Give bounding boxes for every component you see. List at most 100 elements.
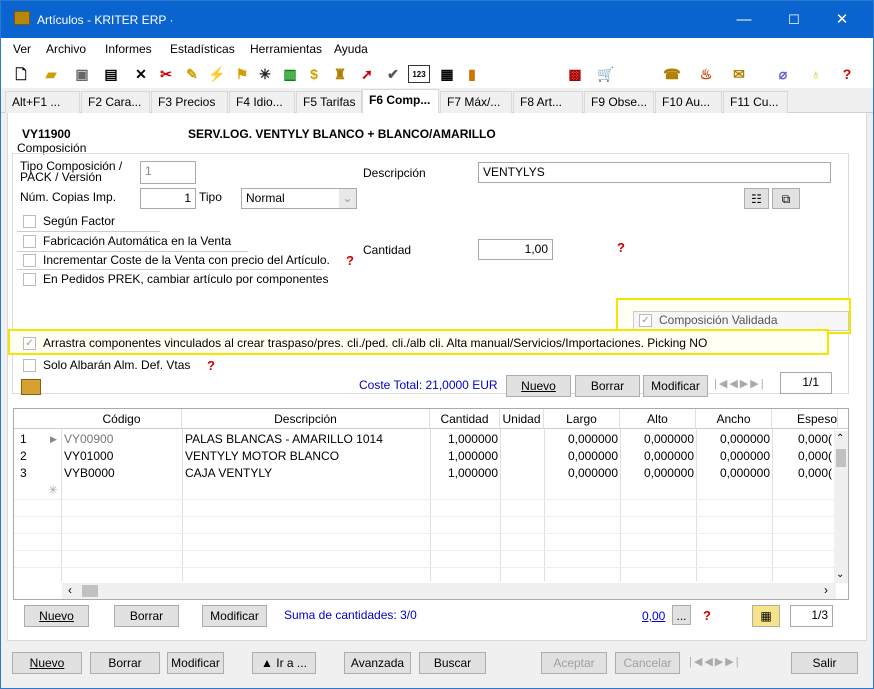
chevron-left-icon[interactable]: ‹ bbox=[68, 583, 72, 597]
column-header[interactable]: Unidad bbox=[500, 409, 544, 429]
column-header[interactable]: Ancho bbox=[696, 409, 772, 429]
modificar-button[interactable]: Modificar bbox=[167, 652, 224, 674]
solo-albaran-checkbox[interactable] bbox=[23, 359, 36, 372]
upper-nuevo-button[interactable]: Nuevo bbox=[506, 375, 571, 397]
minimize-button[interactable]: — bbox=[721, 1, 767, 38]
check-icon[interactable]: ✔ bbox=[384, 65, 402, 83]
chat-icon[interactable]: ✉ bbox=[730, 65, 748, 83]
counter-icon[interactable]: 123 bbox=[408, 65, 430, 83]
bulb-icon[interactable]: ♁ bbox=[807, 65, 825, 83]
chevron-down-icon[interactable]: ⌄ bbox=[836, 569, 844, 580]
tab-f3[interactable]: F3 Precios bbox=[151, 91, 228, 113]
chart-icon[interactable]: ▮ bbox=[463, 65, 481, 83]
arrastra-checkbox[interactable]: ✓ bbox=[23, 337, 36, 350]
printer-icon[interactable]: ▦ bbox=[438, 65, 456, 83]
menu-herramientas[interactable]: Herramientas bbox=[250, 42, 322, 56]
more-button[interactable]: ... bbox=[672, 605, 691, 625]
menu-ayuda[interactable]: Ayuda bbox=[334, 42, 368, 56]
upper-borrar-button[interactable]: Borrar bbox=[575, 375, 640, 397]
nuevo-button[interactable]: Nuevo bbox=[12, 652, 82, 674]
buscar-button[interactable]: Buscar bbox=[419, 652, 486, 674]
help-icon[interactable]: ? bbox=[703, 608, 711, 623]
tab-f7[interactable]: F7 Máx/... bbox=[440, 91, 512, 113]
help-icon[interactable]: ? bbox=[346, 253, 354, 268]
record-navigator[interactable]: |◀◀▶▶| bbox=[689, 655, 751, 671]
upper-modificar-button[interactable]: Modificar bbox=[643, 375, 708, 397]
descripcion-field[interactable]: VENTYLYS bbox=[478, 162, 831, 183]
title-bar[interactable]: Artículos - KRITER ERP · — ☐ ✕ bbox=[1, 1, 873, 38]
tab-f4[interactable]: F4 Idio... bbox=[229, 91, 295, 113]
flag-icon[interactable]: ⚑ bbox=[233, 65, 251, 83]
open-icon[interactable]: ▰ bbox=[42, 65, 60, 83]
phone-icon[interactable]: ☎ bbox=[663, 65, 681, 83]
save-icon[interactable]: ▣ bbox=[73, 65, 91, 83]
help-icon[interactable]: ? bbox=[838, 65, 856, 83]
incrementar-checkbox[interactable] bbox=[23, 254, 36, 267]
menu-ver[interactable]: Ver bbox=[13, 42, 31, 56]
help-icon[interactable]: ? bbox=[617, 240, 625, 255]
tab-f5[interactable]: F5 Tarifas bbox=[296, 91, 362, 113]
wand-icon[interactable]: ⚡ bbox=[208, 65, 226, 83]
copy-icon[interactable]: ⧉ bbox=[772, 188, 800, 209]
maximize-button[interactable]: ☐ bbox=[771, 1, 817, 38]
fabricacion-checkbox[interactable] bbox=[23, 235, 36, 248]
rocket-icon[interactable]: ➚ bbox=[358, 65, 376, 83]
column-header[interactable]: Descripción bbox=[182, 409, 430, 429]
calculator-icon[interactable]: ▦ bbox=[752, 605, 780, 627]
salir-button[interactable]: Salir bbox=[791, 652, 858, 674]
lower-modificar-button[interactable]: Modificar bbox=[202, 605, 267, 627]
column-header[interactable]: Cantidad bbox=[430, 409, 500, 429]
pin-icon[interactable]: ♜ bbox=[331, 65, 349, 83]
tipo-select[interactable]: Normal ⌄ bbox=[241, 188, 357, 209]
new-row-icon[interactable]: ✳ bbox=[48, 482, 58, 498]
menu-archivo[interactable]: Archivo bbox=[46, 42, 86, 56]
composicion-validada-checkbox[interactable]: ✓ bbox=[639, 314, 652, 327]
cart-icon[interactable]: 🛒 bbox=[597, 65, 615, 83]
star-icon[interactable]: ✳ bbox=[256, 65, 274, 83]
tab-f6[interactable]: F6 Comp... bbox=[362, 89, 439, 114]
scroll-thumb[interactable] bbox=[836, 449, 846, 467]
folder-icon[interactable] bbox=[21, 379, 41, 395]
edit-icon[interactable]: ▤ bbox=[102, 65, 120, 83]
pedidos-prek-checkbox[interactable] bbox=[23, 273, 36, 286]
clip-icon[interactable]: ⌀ bbox=[774, 65, 792, 83]
menu-informes[interactable]: Informes bbox=[105, 42, 152, 56]
help-icon[interactable]: ? bbox=[207, 358, 215, 373]
tab-alt-f1[interactable]: Alt+F1 ... bbox=[5, 91, 80, 113]
bag-icon[interactable]: ♨ bbox=[697, 65, 715, 83]
calculator-icon[interactable]: ▩ bbox=[566, 65, 584, 83]
tab-f8[interactable]: F8 Art... bbox=[513, 91, 583, 113]
tab-f9[interactable]: F9 Obse... bbox=[584, 91, 654, 113]
dollar-icon[interactable]: $ bbox=[305, 65, 323, 83]
box-icon[interactable]: ▥ bbox=[281, 65, 299, 83]
copias-field[interactable]: 1 bbox=[140, 188, 196, 209]
horizontal-scrollbar[interactable]: ‹ › bbox=[62, 583, 836, 599]
tab-f11[interactable]: F11 Cu... bbox=[723, 91, 788, 113]
ir-a-button[interactable]: ▲ Ir a ... bbox=[252, 652, 316, 674]
cantidad-field[interactable]: 1,00 bbox=[478, 239, 553, 260]
borrar-button[interactable]: Borrar bbox=[90, 652, 160, 674]
new-doc-icon[interactable]: 🗋 bbox=[12, 65, 30, 83]
chevron-down-icon[interactable]: ⌄ bbox=[339, 189, 356, 208]
vertical-scrollbar[interactable]: ⌃ ⌄ bbox=[834, 431, 848, 583]
tab-f10[interactable]: F10 Au... bbox=[655, 91, 722, 113]
cancelar-button[interactable]: Cancelar bbox=[615, 652, 680, 674]
tab-f2[interactable]: F2 Cara... bbox=[81, 91, 150, 113]
lower-nuevo-button[interactable]: Nuevo bbox=[24, 605, 89, 627]
column-header[interactable]: Largo bbox=[544, 409, 620, 429]
delete-icon[interactable]: ✕ bbox=[132, 65, 150, 83]
lower-borrar-button[interactable]: Borrar bbox=[114, 605, 179, 627]
menu-estadisticas[interactable]: Estadísticas bbox=[170, 42, 235, 56]
upper-record-navigator[interactable]: |◀◀▶▶| bbox=[714, 377, 776, 395]
tipo-composicion-field[interactable]: 1 bbox=[140, 161, 196, 184]
tool-icon[interactable]: ✎ bbox=[183, 65, 201, 83]
chevron-up-icon[interactable]: ⌃ bbox=[836, 433, 844, 444]
segun-factor-checkbox[interactable] bbox=[23, 215, 36, 228]
tree-view-icon[interactable]: ☷ bbox=[744, 188, 769, 209]
scroll-thumb[interactable] bbox=[82, 585, 98, 597]
column-header[interactable]: Espeso bbox=[772, 409, 838, 429]
column-header[interactable]: Alto bbox=[620, 409, 696, 429]
close-button[interactable]: ✕ bbox=[819, 1, 865, 38]
column-header[interactable]: Código bbox=[62, 409, 182, 429]
chevron-right-icon[interactable]: › bbox=[824, 583, 828, 597]
